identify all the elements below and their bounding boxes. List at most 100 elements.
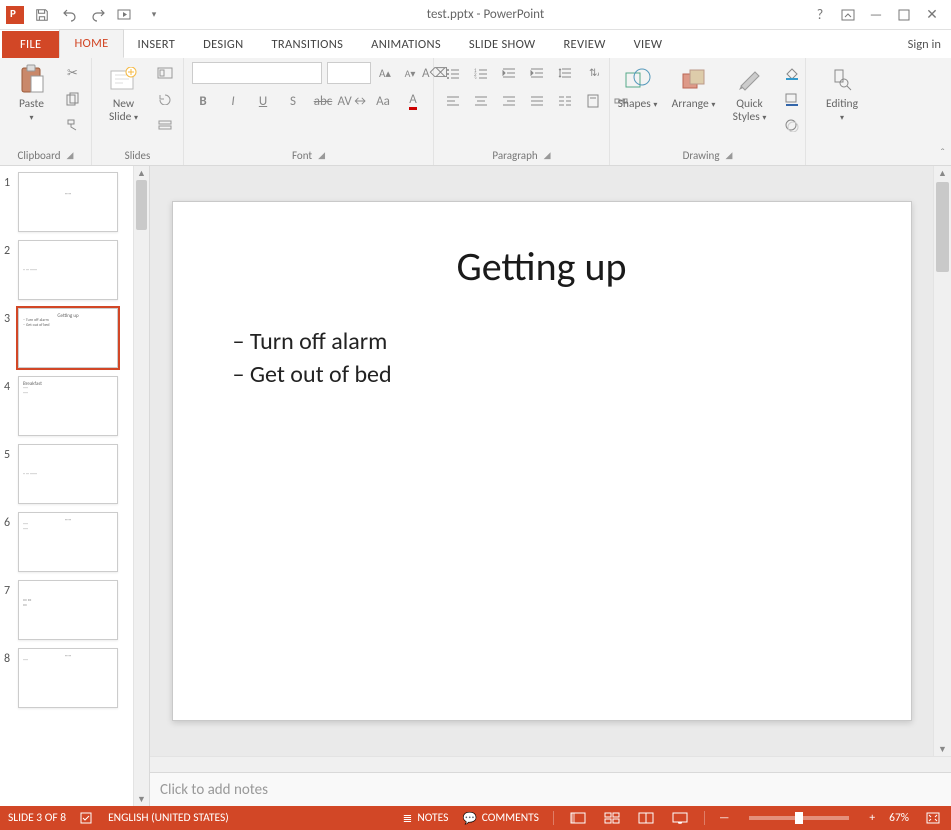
slide-sorter-view-icon[interactable] [602, 810, 622, 826]
decrease-font-icon[interactable]: A▾ [399, 62, 421, 84]
decrease-indent-icon[interactable] [498, 62, 520, 84]
zoom-out-button[interactable]: — [719, 811, 729, 825]
drawing-dialog-launcher-icon[interactable]: ◢ [726, 150, 733, 161]
increase-indent-icon[interactable] [526, 62, 548, 84]
qat-customize-icon[interactable]: ▾ [144, 5, 164, 25]
font-dialog-launcher-icon[interactable]: ◢ [318, 150, 325, 161]
justify-icon[interactable] [526, 90, 548, 112]
slide-thumbnail-1[interactable]: 1····· [4, 172, 129, 232]
slide-thumbnail-2[interactable]: 2·· ··· ······· [4, 240, 129, 300]
shadow-icon[interactable]: S [282, 90, 304, 112]
vertical-scrollbar[interactable]: ▲ ▼ [933, 166, 951, 756]
arrange-button[interactable]: Arrange ▾ [669, 62, 719, 111]
undo-icon[interactable] [60, 5, 80, 25]
status-comments-button[interactable]: 💬 COMMENTS [462, 811, 539, 826]
align-right-icon[interactable] [498, 90, 520, 112]
shapes-button[interactable]: Shapes ▾ [613, 62, 663, 111]
reset-icon[interactable] [154, 88, 176, 110]
align-left-icon[interactable] [442, 90, 464, 112]
tab-transitions[interactable]: TRANSITIONS [257, 31, 357, 58]
clipboard-dialog-launcher-icon[interactable]: ◢ [67, 150, 74, 161]
format-painter-icon[interactable] [62, 114, 84, 136]
status-spellcheck-icon[interactable] [80, 811, 94, 825]
maximize-icon[interactable] [895, 6, 913, 24]
tab-insert[interactable]: INSERT [124, 31, 190, 58]
font-color-icon[interactable]: A [402, 90, 424, 112]
status-notes-button[interactable]: ≣ NOTES [403, 811, 449, 826]
zoom-in-button[interactable]: + [869, 811, 875, 825]
save-icon[interactable] [32, 5, 52, 25]
slide-thumbnail-5[interactable]: 5·· ··· ······· [4, 444, 129, 504]
scrollbar-thumb[interactable] [936, 182, 949, 272]
shape-fill-icon[interactable] [781, 62, 803, 84]
start-from-beginning-icon[interactable] [116, 5, 136, 25]
cut-icon[interactable]: ✂ [62, 62, 84, 84]
increase-font-icon[interactable]: A▴ [374, 62, 396, 84]
scrollbar-thumb[interactable] [136, 180, 147, 230]
line-spacing-icon[interactable] [554, 62, 576, 84]
paste-button[interactable]: Paste▾ [8, 62, 56, 123]
reading-view-icon[interactable] [636, 810, 656, 826]
zoom-slider-knob[interactable] [795, 812, 803, 824]
close-icon[interactable]: ✕ [923, 6, 941, 24]
scroll-up-icon[interactable]: ▲ [934, 166, 951, 180]
tab-animations[interactable]: ANIMATIONS [357, 31, 455, 58]
thumbnails-scrollbar[interactable]: ▲ ▼ [133, 166, 149, 806]
normal-view-icon[interactable] [568, 810, 588, 826]
status-language[interactable]: ENGLISH (UNITED STATES) [108, 811, 229, 825]
slide-canvas-area[interactable]: Getting up – Turn off alarm – Get out of… [150, 166, 933, 756]
minimize-icon[interactable]: — [867, 6, 885, 24]
ribbon-display-options-icon[interactable] [839, 6, 857, 24]
font-size-combo[interactable] [327, 62, 371, 84]
zoom-level[interactable]: 67% [889, 811, 909, 825]
sign-in-link[interactable]: Sign in [898, 31, 951, 58]
slide-thumbnail-4[interactable]: 4Breakfast·········· [4, 376, 129, 436]
scroll-down-icon[interactable]: ▼ [934, 742, 951, 756]
scroll-down-icon[interactable]: ▼ [134, 792, 149, 806]
change-case-icon[interactable]: Aa [372, 90, 394, 112]
tab-slideshow[interactable]: SLIDE SHOW [455, 31, 550, 58]
help-icon[interactable]: ? [811, 6, 829, 24]
collapse-ribbon-icon[interactable]: ˆ [940, 147, 945, 161]
columns-icon[interactable] [554, 90, 576, 112]
shape-effects-icon[interactable] [781, 114, 803, 136]
character-spacing-icon[interactable]: AV↔ [342, 90, 364, 112]
scroll-up-icon[interactable]: ▲ [134, 166, 149, 180]
new-slide-button[interactable]: New Slide ▾ [100, 62, 148, 123]
slide-title[interactable]: Getting up [233, 242, 851, 291]
notes-pane[interactable]: Click to add notes [150, 772, 951, 806]
quick-styles-button[interactable]: Quick Styles ▾ [725, 62, 775, 123]
align-text-icon[interactable] [582, 90, 604, 112]
slide-thumbnail-6[interactable]: 6··············· [4, 512, 129, 572]
zoom-slider[interactable] [749, 816, 849, 820]
copy-icon[interactable] [62, 88, 84, 110]
text-direction-icon[interactable]: ⇅A [582, 62, 604, 84]
paragraph-dialog-launcher-icon[interactable]: ◢ [544, 150, 551, 161]
current-slide[interactable]: Getting up – Turn off alarm – Get out of… [172, 201, 912, 721]
tab-design[interactable]: DESIGN [189, 31, 257, 58]
status-slide-indicator[interactable]: SLIDE 3 OF 8 [8, 811, 66, 825]
horizontal-scrollbar[interactable] [150, 756, 951, 772]
tab-file[interactable]: FILE [2, 31, 59, 58]
tab-view[interactable]: VIEW [620, 31, 677, 58]
slide-thumbnail-8[interactable]: 8·········· [4, 648, 129, 708]
strikethrough-icon[interactable]: abc [312, 90, 334, 112]
slide-thumbnail-3[interactable]: 3Getting up– Turn off alarm– Get out of … [4, 308, 129, 368]
editing-button[interactable]: Editing▾ [814, 62, 870, 123]
redo-icon[interactable] [88, 5, 108, 25]
bold-icon[interactable]: B [192, 90, 214, 112]
slide-thumbnail-7[interactable]: 7▭ ▭▭ [4, 580, 129, 640]
slideshow-view-icon[interactable] [670, 810, 690, 826]
tab-home[interactable]: HOME [59, 29, 123, 58]
numbering-icon[interactable]: 123 [470, 62, 492, 84]
slide-body[interactable]: – Turn off alarm – Get out of bed [233, 327, 851, 389]
layout-icon[interactable] [154, 62, 176, 84]
underline-icon[interactable]: U [252, 90, 274, 112]
tab-review[interactable]: REVIEW [549, 31, 619, 58]
italic-icon[interactable]: I [222, 90, 244, 112]
section-icon[interactable] [154, 114, 176, 136]
fit-to-window-icon[interactable] [923, 810, 943, 826]
bullets-icon[interactable] [442, 62, 464, 84]
align-center-icon[interactable] [470, 90, 492, 112]
font-family-combo[interactable] [192, 62, 322, 84]
